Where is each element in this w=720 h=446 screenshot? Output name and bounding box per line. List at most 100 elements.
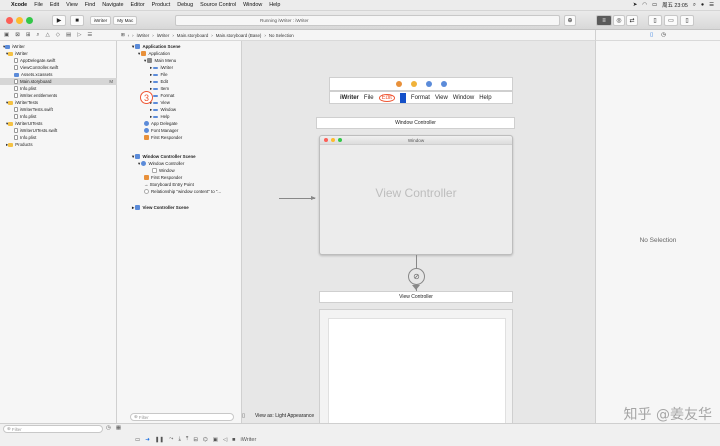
outline-item[interactable]: ▸ iWriter (150, 64, 173, 71)
breakpoints-icon[interactable]: ➜ (145, 437, 150, 443)
menu-edit[interactable]: Edit (50, 2, 59, 8)
application-icon[interactable] (395, 81, 402, 87)
selected-menu-item[interactable] (399, 92, 406, 103)
storyboard-canvas[interactable]: iWriter File Edit Format View Window Hel… (242, 41, 595, 423)
tree-item-group[interactable]: ▾ iWriterUITests (0, 120, 117, 127)
menu-view[interactable]: View (66, 2, 78, 8)
tree-item-file[interactable]: Assets.xcassets (0, 71, 117, 78)
tree-item-project[interactable]: ▾ iWriter (0, 43, 117, 50)
toggle-debug-button[interactable]: ▭ (664, 15, 678, 26)
outline-item[interactable]: Window (152, 167, 175, 174)
location-icon[interactable]: ◁ (223, 437, 227, 443)
location-icon[interactable]: ➤ (633, 2, 638, 8)
outline-item[interactable]: ▾ Window Controller (138, 160, 184, 167)
tree-item-file-selected[interactable]: Main.storyboard M (0, 78, 117, 85)
quick-help-icon[interactable]: ◷ (661, 32, 666, 38)
canvas-menu-view[interactable]: View (435, 95, 448, 101)
canvas-menu-file[interactable]: File (364, 95, 374, 101)
memory-graph-icon[interactable]: ⌬ (203, 437, 208, 443)
outline-item[interactable]: ▸ File (150, 71, 168, 78)
window-controller-label[interactable]: Window Controller (316, 117, 515, 129)
view-debugger-icon[interactable]: ⊟ (193, 437, 198, 443)
debug-icon[interactable]: ▤ (66, 32, 71, 38)
menu-file[interactable]: File (34, 2, 43, 8)
view-controller-scene[interactable] (319, 309, 513, 423)
font-manager-icon[interactable] (425, 81, 432, 87)
menu-help[interactable]: Help (269, 2, 280, 8)
battery-icon[interactable]: ▭ (652, 2, 657, 8)
tree-item-group[interactable]: ▸ Products (0, 141, 117, 148)
outline-item[interactable]: ▸ View (150, 99, 170, 106)
crumb-group[interactable]: iWriter (157, 33, 170, 38)
crumb-file[interactable]: Main.storyboard (177, 33, 208, 38)
tree-item-file[interactable]: iWriterTests.swift (0, 106, 117, 113)
canvas-menu-edit[interactable]: Edit (378, 93, 395, 102)
view-controller-label[interactable]: View Controller (319, 291, 513, 303)
segue-icon[interactable]: ⊘ (408, 268, 425, 285)
app-delegate-icon[interactable] (410, 81, 417, 87)
scheme-name[interactable]: iWriter (90, 16, 112, 25)
menu-debug[interactable]: Debug (177, 2, 193, 8)
step-in-icon[interactable]: ⤓ (178, 436, 180, 443)
toggle-navigator-button[interactable]: ▯ (648, 15, 662, 26)
main-menu-bar[interactable]: iWriter File Edit Format View Window Hel… (329, 91, 513, 104)
toggle-inspector-button[interactable]: ▯ (680, 15, 694, 26)
control-center-icon[interactable]: ☰ (709, 2, 714, 8)
file-inspector-icon[interactable]: ▯ (650, 32, 653, 38)
outline-item[interactable]: ▸ Help (150, 113, 169, 120)
menu-window[interactable]: Window (243, 2, 262, 8)
clock[interactable]: 周五 23:05 (662, 1, 688, 9)
symbol-icon[interactable]: ⊞ (26, 32, 31, 38)
tree-item-file[interactable]: Info.plist (0, 85, 117, 92)
environment-icon[interactable]: ▣ (213, 437, 218, 443)
outline-item[interactable]: ▾ Window Controller Scene (132, 153, 196, 160)
outline-item[interactable]: ▾ Application (138, 50, 170, 57)
outline-item[interactable]: ▾ Application Scene (132, 43, 181, 50)
outline-filter-field[interactable]: ⊕ Filter (130, 413, 234, 421)
step-over-icon[interactable]: ⤳ (169, 436, 173, 443)
debug-area-icon[interactable]: ▭ (135, 437, 140, 443)
menu-find[interactable]: Find (85, 2, 96, 8)
outline-item[interactable]: First Responder (144, 134, 182, 141)
process-label[interactable]: iWriter (241, 437, 257, 443)
outline-item[interactable]: App Delegate (144, 120, 178, 127)
tree-item-group[interactable]: ▾ iWriterTests (0, 99, 117, 106)
destination-name[interactable]: My Mac (113, 16, 138, 25)
close-button[interactable] (6, 17, 13, 24)
assistant-editor-button[interactable]: ◎ (613, 15, 625, 26)
outline-item[interactable]: ▸ View Controller Scene (132, 204, 189, 211)
main-menu-scene-dock[interactable] (329, 77, 513, 91)
outline-toggle-icon[interactable]: ▯ (242, 413, 245, 419)
siri-icon[interactable]: ● (701, 2, 704, 8)
related-items-icon[interactable]: ⊞ (121, 32, 125, 38)
menu-editor[interactable]: Editor (131, 2, 145, 8)
menu-product[interactable]: Product (152, 2, 171, 8)
back-icon[interactable]: ‹ (128, 33, 129, 38)
tree-item-file[interactable]: AppDelegate.swift (0, 57, 117, 64)
window-scene[interactable]: Window View Controller (319, 135, 513, 255)
view-controller-view[interactable] (328, 318, 506, 423)
tree-item-file[interactable]: iWriterUITests.swift (0, 127, 117, 134)
zoom-button[interactable] (26, 17, 33, 24)
crumb-selection[interactable]: No Selection (269, 33, 294, 38)
outline-item[interactable]: ▸ Format (150, 92, 174, 99)
outline-item[interactable]: ▾ Main Menu (144, 57, 176, 64)
outline-item[interactable]: Relationship "window content" to "... (144, 188, 221, 195)
menu-app-name[interactable]: Xcode (11, 2, 27, 8)
entry-point-arrow[interactable] (279, 198, 315, 199)
version-editor-button[interactable]: ⇄ (626, 15, 638, 26)
step-out-icon[interactable]: ⤒ (186, 436, 188, 443)
find-icon[interactable]: ⌕ (36, 32, 39, 39)
canvas-menu-window[interactable]: Window (453, 95, 474, 101)
stop-button[interactable]: ■ (70, 15, 84, 26)
search-icon[interactable]: ⌕ (693, 2, 696, 9)
canvas-menu-format[interactable]: Format (411, 95, 430, 101)
folder-icon[interactable]: ▣ (4, 32, 9, 38)
outline-item[interactable]: → Storyboard Entry Point (144, 181, 194, 188)
scheme-selector[interactable]: iWriter My Mac (90, 15, 138, 26)
pause-icon[interactable]: ❚❚ (155, 437, 164, 443)
menu-source-control[interactable]: Source Control (200, 2, 236, 8)
first-responder-icon[interactable] (440, 81, 447, 87)
issue-icon[interactable]: △ (46, 32, 50, 38)
outline-item[interactable]: ▸ Item (150, 85, 169, 92)
